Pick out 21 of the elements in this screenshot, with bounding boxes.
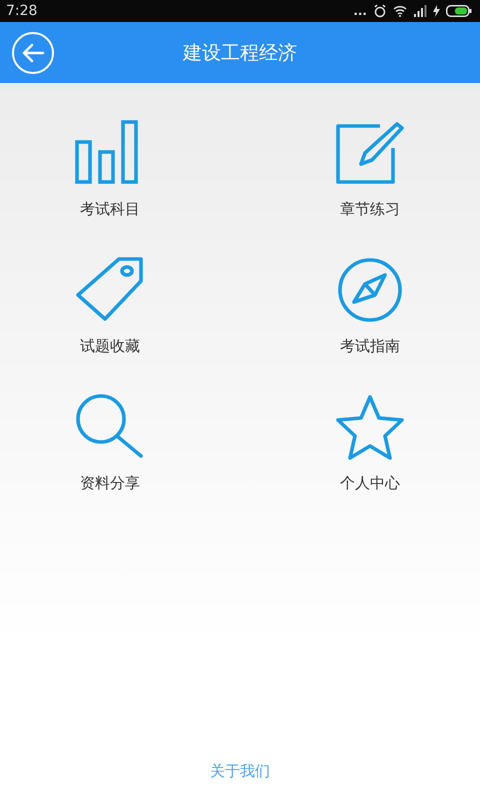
- menu-tile[interactable]: 章节练习: [260, 120, 480, 219]
- star-icon: [335, 394, 405, 460]
- tag-icon: [75, 257, 145, 323]
- signal-icon: [413, 5, 427, 17]
- charging-icon: [433, 5, 440, 17]
- alarm-clock-icon: [373, 4, 387, 18]
- page-title: 建设工程经济: [183, 40, 297, 66]
- back-arrow-icon: [21, 43, 45, 63]
- notification-dots: ...: [353, 5, 367, 17]
- menu-tile[interactable]: 资料分享: [0, 394, 220, 493]
- wifi-icon: [393, 5, 407, 17]
- back-button[interactable]: [12, 32, 54, 74]
- status-time: 7:28: [6, 3, 38, 19]
- menu-tile[interactable]: 考试指南: [260, 257, 480, 356]
- menu-tile[interactable]: 个人中心: [260, 394, 480, 493]
- edit-icon: [335, 120, 405, 186]
- menu-tile[interactable]: 试题收藏: [0, 257, 220, 356]
- search-icon: [75, 394, 145, 460]
- compass-icon: [335, 257, 405, 323]
- menu-tile[interactable]: 考试科目: [0, 120, 220, 219]
- battery-icon: [446, 5, 472, 17]
